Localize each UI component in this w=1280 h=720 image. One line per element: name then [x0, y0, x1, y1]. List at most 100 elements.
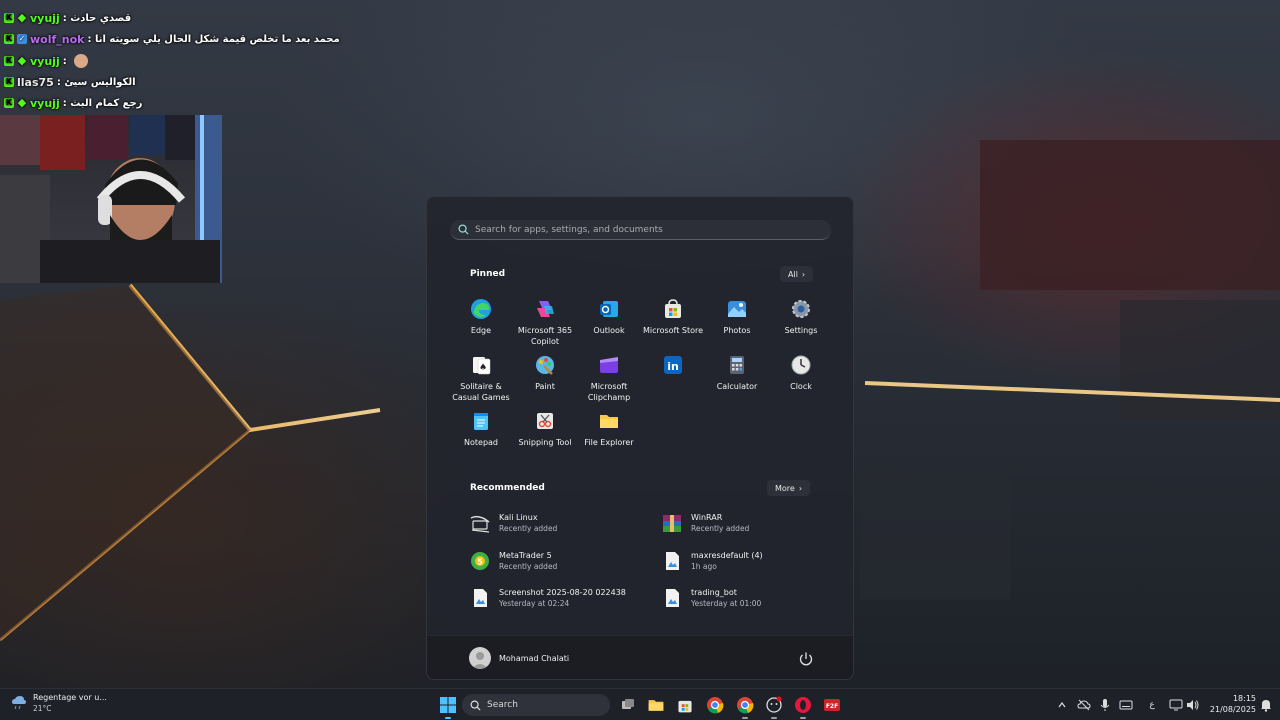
recommended-item[interactable]: trading_bot Yesterday at 01:00: [661, 583, 841, 613]
pinned-app-label: Snipping Tool: [518, 438, 572, 447]
clock-icon: [791, 355, 811, 375]
recommended-item[interactable]: Screenshot 2025-08-20 022438 Yesterday a…: [469, 583, 649, 613]
kick-badge-icon: K: [4, 77, 14, 87]
app-icon: [766, 696, 782, 713]
notification-bell-icon[interactable]: [1258, 697, 1274, 713]
taskbar-chrome[interactable]: [704, 694, 726, 716]
image-file-icon: [666, 589, 679, 607]
running-indicator: [771, 717, 777, 719]
recommended-item[interactable]: maxresdefault (4) 1h ago: [661, 546, 841, 576]
pinned-app-snipping-tool[interactable]: Snipping Tool: [513, 409, 577, 461]
webcam-image: [0, 115, 222, 283]
pinned-app-m365-copilot[interactable]: Microsoft 365 Copilot: [513, 297, 577, 349]
pinned-app-label: Microsoft 365 Copilot: [517, 326, 573, 346]
windows-logo-icon: [440, 697, 456, 713]
pinned-app-microsoft-store[interactable]: Microsoft Store: [641, 297, 705, 349]
svg-text:♠: ♠: [479, 363, 487, 373]
solitaire-icon: ♠: [473, 357, 491, 375]
settings-icon: [792, 300, 810, 318]
chat-text: : محمد بعد ما تخلص قيمة شكل الحال يلي سو…: [87, 33, 340, 45]
edge-icon: [471, 299, 491, 319]
pinned-app-settings[interactable]: Settings: [769, 297, 833, 349]
pinned-app-label: Settings: [784, 326, 818, 335]
microphone-icon[interactable]: [1097, 697, 1113, 713]
store-icon: [678, 700, 692, 713]
pinned-app-label: Notepad: [464, 438, 498, 447]
pinned-app-paint[interactable]: Paint: [513, 353, 577, 405]
taskbar-discord-like-app[interactable]: [763, 694, 785, 719]
user-name: Mohamad Chalati: [499, 653, 570, 663]
taskbar-search[interactable]: Search: [462, 694, 610, 716]
volume-icon[interactable]: [1185, 697, 1201, 713]
f2f-icon: F2F: [824, 699, 840, 711]
start-button[interactable]: [437, 694, 459, 719]
recommended-item-sub: Recently added: [691, 524, 750, 533]
tray-overflow-chevron-up-icon[interactable]: [1054, 697, 1070, 713]
linkedin-icon: in: [664, 356, 682, 374]
pinned-app-clock[interactable]: Clock: [769, 353, 833, 405]
pinned-app-label: File Explorer: [584, 438, 634, 447]
pinned-app-linkedin[interactable]: in: [641, 353, 705, 405]
task-view-button[interactable]: [617, 694, 639, 716]
chat-message: K llas75 : الكواليس سيئ: [4, 73, 136, 91]
pinned-app-solitaire[interactable]: ♠ Solitaire & Casual Games: [449, 353, 513, 405]
user-account-button[interactable]: Mohamad Chalati: [469, 646, 569, 670]
all-apps-label: All: [788, 269, 798, 279]
clock-time: 18:15: [1232, 694, 1256, 703]
taskbar-f2f-app[interactable]: F2F: [821, 694, 843, 716]
recommended-item-sub: 1h ago: [691, 562, 717, 571]
kick-badge-icon: K: [4, 34, 14, 44]
more-recommended-button[interactable]: More ›: [767, 480, 811, 496]
diamond-badge-icon: ◆: [17, 54, 27, 67]
keyboard-icon[interactable]: [1118, 697, 1134, 713]
start-search-input[interactable]: [475, 224, 805, 235]
onedrive-offline-icon[interactable]: [1076, 697, 1092, 713]
user-icon: [472, 652, 488, 669]
pinned-app-calculator[interactable]: Calculator: [705, 353, 769, 405]
metatrader-icon: 5: [471, 552, 489, 570]
diamond-badge-icon: ◆: [17, 96, 27, 109]
search-icon: [458, 224, 469, 235]
chat-text: : قصدي حادث: [62, 12, 132, 24]
input-language-indicator[interactable]: ع: [1144, 697, 1160, 713]
taskbar: Regentage vor u... 21°C Search F2F ع 18:…: [0, 688, 1280, 720]
weather-widget[interactable]: Regentage vor u... 21°C: [10, 693, 107, 713]
network-icon[interactable]: [1168, 697, 1184, 713]
recommended-item[interactable]: WinRAR Recently added: [661, 508, 841, 538]
chat-message: K ✓ wolf_nok : محمد بعد ما تخلص قيمة شكل…: [4, 30, 340, 48]
svg-text:in: in: [667, 360, 679, 373]
power-icon[interactable]: [797, 650, 815, 668]
taskbar-file-explorer[interactable]: [645, 694, 667, 716]
start-search-box[interactable]: [450, 220, 831, 240]
emote-icon: [73, 54, 88, 68]
pinned-app-label: Microsoft Store: [642, 326, 704, 335]
pinned-app-file-explorer[interactable]: File Explorer: [577, 409, 641, 461]
photos-icon: [728, 301, 746, 317]
taskbar-store[interactable]: [674, 694, 696, 716]
recommended-item[interactable]: Kali Linux Recently added: [469, 508, 649, 538]
task-view-icon: [622, 699, 634, 709]
notepad-icon: [474, 413, 488, 430]
chat-message: K ◆ vyujj : رجع كمام البث: [4, 94, 142, 112]
more-label: More: [775, 483, 795, 493]
pinned-app-edge[interactable]: Edge: [449, 297, 513, 349]
recommended-item-name: Kali Linux: [499, 513, 538, 522]
snipping-tool-icon: [537, 413, 553, 429]
chat-username: wolf_nok: [30, 32, 85, 46]
recommended-item-name: maxresdefault (4): [691, 551, 763, 560]
taskbar-chrome-profile[interactable]: [734, 694, 756, 719]
recommended-item[interactable]: 5 MetaTrader 5 Recently added: [469, 546, 649, 576]
pinned-app-clipchamp[interactable]: Microsoft Clipchamp: [577, 353, 641, 405]
taskbar-clock[interactable]: 18:15 21/08/2025: [1200, 693, 1256, 715]
pinned-app-outlook[interactable]: Outlook: [577, 297, 641, 349]
pinned-app-label: Photos: [723, 326, 751, 335]
pinned-app-label: Edge: [470, 326, 492, 335]
chrome-icon: [707, 697, 724, 714]
svg-text:F2F: F2F: [826, 703, 838, 710]
all-apps-button[interactable]: All ›: [780, 266, 814, 282]
paint-icon: [536, 356, 554, 375]
recommended-item-name: MetaTrader 5: [499, 551, 552, 560]
taskbar-opera[interactable]: [792, 694, 814, 719]
pinned-app-photos[interactable]: Photos: [705, 297, 769, 349]
pinned-app-notepad[interactable]: Notepad: [449, 409, 513, 461]
